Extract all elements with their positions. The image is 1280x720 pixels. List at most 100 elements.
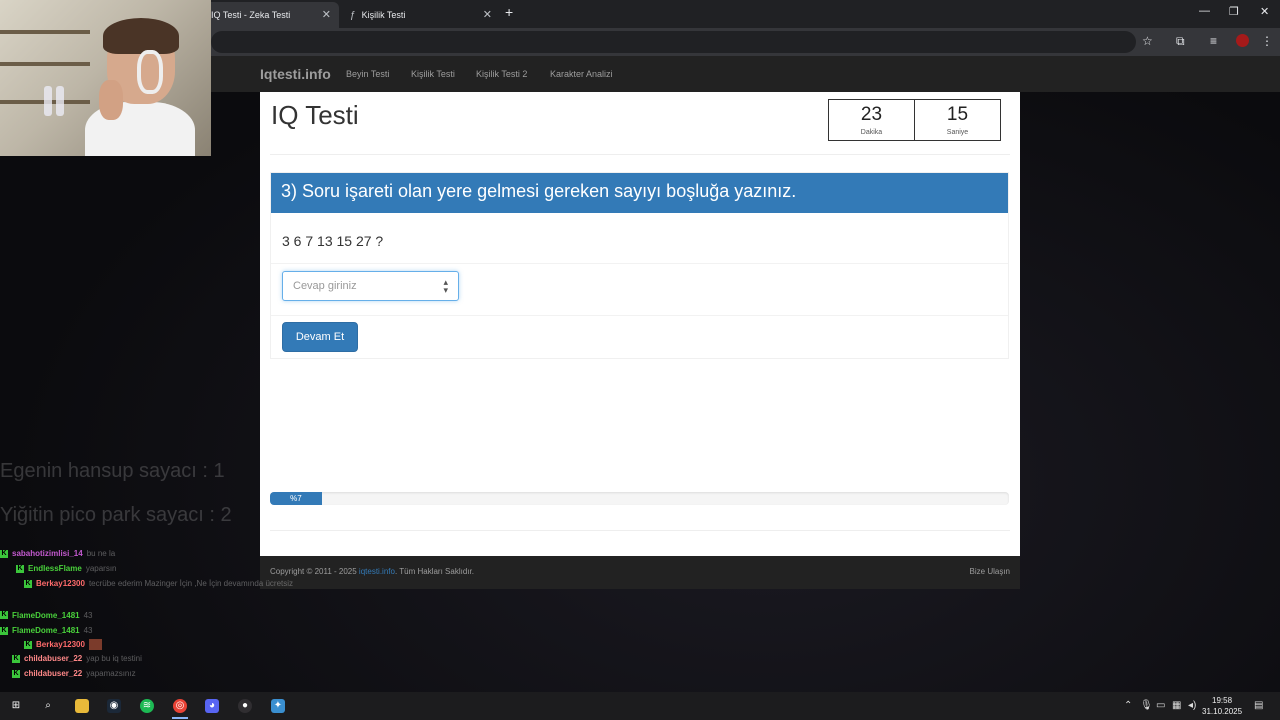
progress-bar: %7 — [270, 492, 1009, 505]
obs-icon[interactable]: ● — [238, 699, 252, 713]
tray-chevron-icon[interactable]: ⌃ — [1124, 700, 1132, 711]
divider — [270, 154, 1010, 155]
overlay-counter-1: Egenin hansup sayacı : 1 — [0, 460, 225, 482]
menu-kebab-icon[interactable]: ⋮ — [1261, 34, 1273, 48]
discord-icon[interactable]: ◕ — [205, 699, 219, 713]
windows-start-icon[interactable]: ⊞ — [9, 699, 23, 713]
tab-iq-testi[interactable]: IQ Testi - Zeka Testi ✕ — [203, 2, 339, 28]
restore-icon[interactable]: ❐ — [1229, 5, 1239, 18]
mod-badge-icon: K — [12, 655, 20, 664]
countdown-timer: 23 Dakika 15 Saniye — [828, 99, 1001, 141]
rights-text: . Tüm Hakları Saklıdır. — [394, 567, 474, 576]
minimize-icon[interactable]: — — [1199, 5, 1210, 17]
headset — [137, 50, 163, 94]
chat-text: 43 — [83, 625, 93, 635]
chat-text: bu ne la — [86, 549, 116, 558]
microphone-icon[interactable]: 🎙 — [1140, 700, 1153, 711]
profile-avatar-icon[interactable] — [1236, 34, 1249, 47]
extensions-icon[interactable]: ⧉ — [1176, 34, 1185, 49]
notifications-icon[interactable]: ▤ — [1254, 700, 1263, 711]
nav-link-beyin-testi[interactable]: Beyin Testi — [346, 69, 389, 79]
mod-badge-icon: K — [24, 640, 32, 649]
chat-username[interactable]: FlameDome_1481 — [12, 611, 80, 620]
search-icon[interactable]: ⌕ — [41, 699, 55, 713]
streamer — [85, 18, 195, 156]
timer-seconds-label: Saniye — [946, 129, 969, 136]
chat-message: K EndlessFlame yaparsın — [16, 564, 117, 578]
tab-kisilik-testi[interactable]: ƒ Kişilik Testi ✕ — [340, 2, 500, 28]
timer-seconds: 15 Saniye — [914, 99, 1001, 141]
chat-username[interactable]: childabuser_22 — [24, 654, 82, 663]
chat-emote-icon — [88, 639, 102, 650]
progress-fill: %7 — [270, 492, 322, 505]
chrome-icon[interactable]: ◎ — [173, 699, 187, 713]
timer-minutes-value: 23 — [860, 104, 883, 125]
page-title: IQ Testi — [271, 100, 359, 130]
steam-icon[interactable]: ◉ — [107, 699, 121, 713]
spotify-icon[interactable]: ≋ — [140, 699, 154, 713]
nav-link-karakter-analizi[interactable]: Karakter Analizi — [550, 69, 613, 79]
bookmark-star-icon[interactable]: ☆ — [1142, 34, 1153, 48]
timer-seconds-value: 15 — [946, 104, 969, 125]
chat-username[interactable]: EndlessFlame — [28, 564, 82, 573]
chat-username[interactable]: sabahotizimlisi_14 — [12, 549, 83, 558]
site-favicon-icon: ƒ — [350, 9, 356, 21]
chat-message: K FlameDome_1481 43 — [0, 626, 93, 640]
media-control-icon[interactable]: ≡ — [1210, 34, 1217, 48]
nav-link-kisilik-testi[interactable]: Kişilik Testi — [411, 69, 455, 79]
answer-placeholder: Cevap giriniz — [293, 280, 357, 292]
chat-text: yap bu iq testini — [86, 654, 142, 664]
chat-message: Ksabahotizimlisi_14 bu ne la — [0, 549, 115, 563]
site-brand[interactable]: Iqtesti.info — [260, 66, 331, 82]
system-clock[interactable]: 19:58 31.10.2025 — [1202, 695, 1242, 717]
new-tab-icon[interactable]: + — [505, 4, 513, 20]
volume-icon[interactable]: ◂) — [1188, 700, 1196, 711]
question-heading: 3) Soru işareti olan yere gelmesi gereke… — [271, 173, 1008, 213]
site-footer: Copyright © 2011 - 2025 iqtesti.info. Tü… — [260, 556, 1020, 589]
footer-site-link[interactable]: iqtesti.info — [359, 567, 395, 576]
continue-button[interactable]: Devam Et — [282, 322, 358, 352]
question-panel: 3) Soru işareti olan yere gelmesi gereke… — [270, 172, 1009, 359]
mod-badge-icon: K — [0, 611, 8, 620]
active-app-indicator — [172, 717, 188, 719]
page-content: IQ Testi 23 Dakika 15 Saniye 3) Soru işa… — [260, 92, 1020, 556]
divider — [270, 530, 1010, 531]
question-sequence: 3 6 7 13 15 27 ? — [282, 233, 384, 249]
mod-badge-icon: K — [0, 549, 8, 558]
shelf — [0, 62, 90, 66]
spinner-arrows-icon[interactable]: ▴ ▾ — [443, 278, 448, 295]
shelf — [0, 30, 90, 34]
mod-badge-icon: K — [24, 580, 32, 589]
app-icon[interactable]: ✦ — [271, 699, 285, 713]
mod-badge-icon: K — [12, 670, 20, 679]
close-tab-icon[interactable]: ✕ — [483, 8, 492, 21]
answer-input[interactable]: Cevap giriniz ▴ ▾ — [282, 271, 459, 301]
clock-time: 19:58 — [1212, 696, 1233, 705]
display-icon[interactable]: ▭ — [1156, 700, 1165, 711]
chat-message: K Berkay12300 — [24, 639, 102, 653]
webcam-overlay — [0, 0, 211, 156]
chat-username[interactable]: childabuser_22 — [24, 669, 82, 678]
network-icon[interactable]: ▦ — [1172, 700, 1181, 711]
chat-username[interactable]: FlameDome_1481 — [12, 626, 80, 635]
clock-date: 31.10.2025 — [1202, 707, 1243, 716]
timer-minutes: 23 Dakika — [828, 99, 915, 141]
divider — [271, 263, 1008, 264]
address-bar[interactable] — [211, 31, 1136, 53]
file-explorer-icon[interactable] — [75, 699, 89, 713]
copyright-text: Copyright © 2011 - 2025 — [270, 567, 357, 576]
window-close-icon[interactable]: ✕ — [1260, 5, 1269, 18]
close-tab-icon[interactable]: ✕ — [322, 8, 331, 21]
bottle — [44, 86, 52, 116]
chat-username[interactable]: Berkay12300 — [36, 579, 85, 588]
chat-message: K Berkay12300 tecrübe ederim Mazinger İçin… — [24, 579, 293, 593]
chat-text: yapamazsınız — [86, 669, 136, 679]
tab-title: Kişilik Testi — [361, 10, 406, 20]
chat-text: yaparsın — [85, 564, 117, 574]
mod-badge-icon: K — [0, 626, 8, 635]
nav-link-kisilik-testi-2[interactable]: Kişilik Testi 2 — [476, 69, 527, 79]
chat-username[interactable]: Berkay12300 — [36, 640, 85, 649]
contact-link[interactable]: Bize Ulaşın — [970, 567, 1010, 576]
mod-badge-icon: K — [16, 565, 24, 574]
timer-minutes-label: Dakika — [860, 129, 883, 136]
